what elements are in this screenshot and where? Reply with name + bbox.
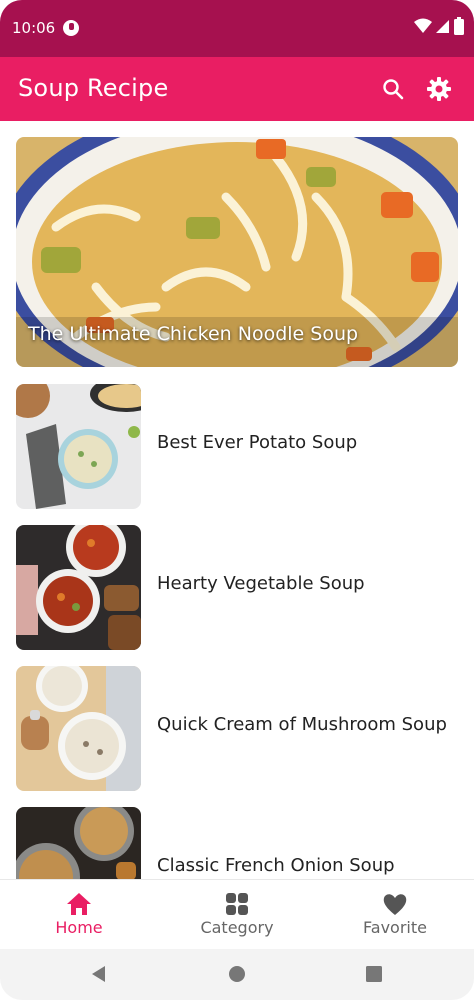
featured-recipe-title: The Ultimate Chicken Noodle Soup (28, 323, 359, 345)
recipe-list-item[interactable]: Classic French Onion Soup (16, 807, 458, 879)
home-icon (67, 893, 91, 915)
back-icon[interactable] (88, 963, 110, 985)
recipe-title: Quick Cream of Mushroom Soup (157, 714, 447, 735)
status-time: 10:06 (12, 19, 56, 37)
nav-favorite-label: Favorite (363, 918, 427, 937)
recipe-list-item[interactable]: Quick Cream of Mushroom Soup (16, 666, 458, 791)
signal-icon (436, 20, 449, 33)
recipe-title: Best Ever Potato Soup (157, 432, 358, 453)
status-icons (414, 17, 464, 35)
app-notification-icon (63, 20, 79, 36)
nav-category[interactable]: Category (158, 880, 316, 950)
recipe-list-item[interactable]: Hearty Vegetable Soup (16, 525, 458, 650)
nav-home[interactable]: Home (0, 880, 158, 950)
recipe-thumbnail (16, 384, 141, 509)
gear-icon[interactable] (426, 76, 452, 102)
app-bar: Soup Recipe (0, 57, 474, 121)
status-bar: 10:06 (0, 0, 474, 57)
recipe-thumbnail (16, 525, 141, 650)
bottom-navigation: Home Category Favorite (0, 879, 474, 949)
grid-icon (226, 893, 248, 915)
search-icon[interactable] (380, 76, 406, 102)
nav-home-label: Home (55, 918, 103, 937)
recipe-title: Classic French Onion Soup (157, 855, 395, 876)
recipe-list-item[interactable]: Best Ever Potato Soup (16, 384, 458, 509)
recipe-thumbnail (16, 807, 141, 879)
home-circle-icon[interactable] (226, 963, 248, 985)
recents-icon[interactable] (363, 963, 385, 985)
recipe-title: Hearty Vegetable Soup (157, 573, 365, 594)
wifi-icon (414, 18, 432, 33)
heart-icon (383, 894, 407, 915)
nav-category-label: Category (200, 918, 274, 937)
recipe-thumbnail (16, 666, 141, 791)
battery-icon (454, 17, 464, 35)
featured-recipe-card[interactable]: The Ultimate Chicken Noodle Soup (16, 137, 458, 367)
system-navigation-bar (0, 949, 474, 1000)
nav-favorite[interactable]: Favorite (316, 880, 474, 950)
app-title: Soup Recipe (18, 74, 169, 102)
